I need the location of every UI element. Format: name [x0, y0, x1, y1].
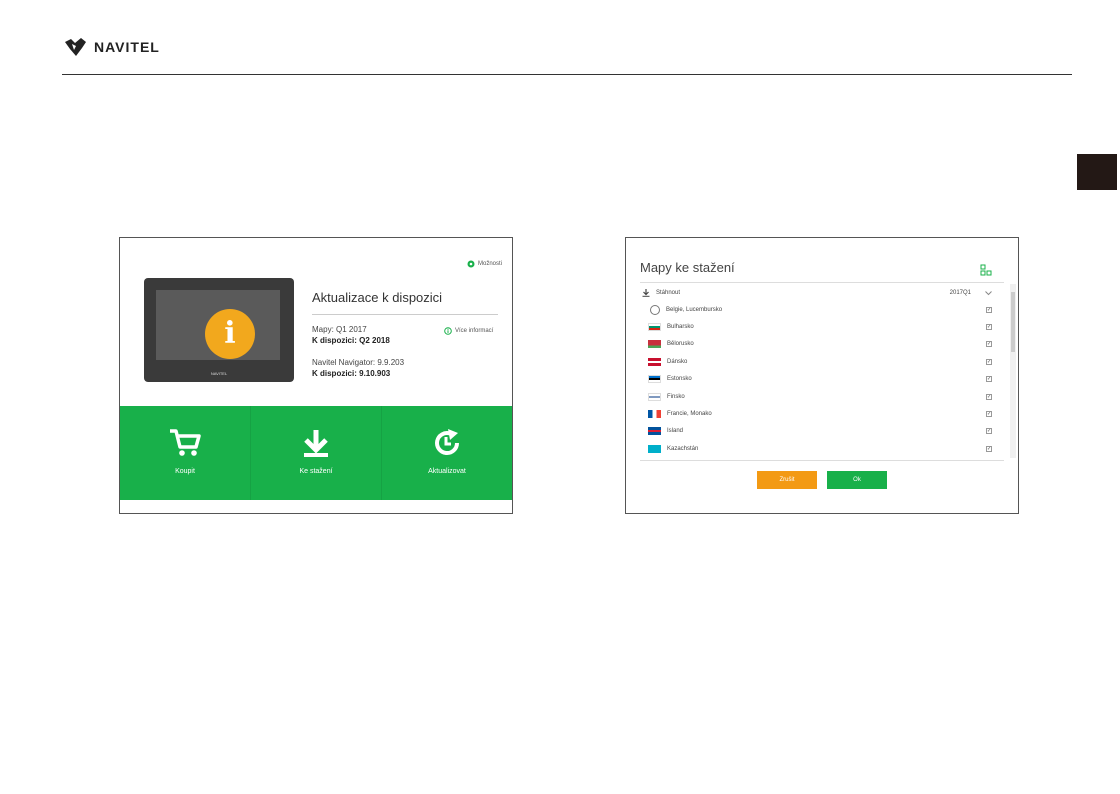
- info-circle-icon: [444, 327, 452, 335]
- chevron-down-icon: [985, 290, 992, 295]
- checkbox[interactable]: ✓: [986, 445, 992, 452]
- options-button[interactable]: Možnosti: [467, 260, 502, 268]
- item-label: Island: [667, 428, 684, 435]
- list-item[interactable]: Island ✓: [648, 423, 992, 440]
- checkbox[interactable]: ✓: [986, 428, 992, 435]
- header-divider: [62, 74, 1072, 75]
- list-item[interactable]: Estonsko ✓: [648, 371, 992, 388]
- checkbox[interactable]: ✓: [986, 358, 992, 365]
- download-icon: [304, 430, 328, 457]
- checkbox[interactable]: ✓: [986, 306, 992, 313]
- buy-button[interactable]: Koupit: [120, 406, 250, 500]
- item-label: Bělorusko: [667, 341, 694, 348]
- navigator-available: K dispozici: 9.10.903: [312, 369, 391, 378]
- maps-available: K dispozici: Q2 2018: [312, 336, 390, 345]
- flag-kz-icon: [648, 444, 661, 453]
- section-tab: [1077, 154, 1117, 190]
- device-image: i NAVITEL: [144, 278, 294, 382]
- navigator-version: Navitel Navigator: 9.9.203: [312, 358, 405, 367]
- checkbox[interactable]: ✓: [986, 411, 992, 418]
- select-all-icon[interactable]: [980, 264, 992, 276]
- flag-is-icon: [648, 427, 661, 436]
- update-title: Aktualizace k dispozici: [312, 290, 443, 305]
- maps-list: Belgie, Lucembursko ✓ Bulharsko ✓ Běloru…: [648, 301, 992, 458]
- device-screen: i: [156, 290, 280, 360]
- navitel-logo-icon: [65, 38, 86, 56]
- scrollbar-thumb[interactable]: [1011, 292, 1015, 352]
- update-label: Aktualizovat: [428, 468, 466, 475]
- list-item[interactable]: Bulharsko ✓: [648, 318, 992, 335]
- flag-fr-icon: [648, 410, 661, 419]
- refresh-icon: [435, 429, 460, 456]
- list-item[interactable]: Kazachstán ✓: [648, 440, 992, 457]
- device-brand: NAVITEL: [210, 371, 228, 376]
- info-icon: i: [205, 309, 255, 359]
- more-info-link[interactable]: Více informací: [444, 327, 493, 335]
- list-item[interactable]: Bělorusko ✓: [648, 336, 992, 353]
- ok-button[interactable]: Ok: [827, 471, 887, 489]
- item-label: Kazachstán: [667, 445, 699, 452]
- checkbox[interactable]: ✓: [986, 393, 992, 400]
- download-small-icon: [642, 289, 650, 297]
- item-label: Francie, Monako: [667, 411, 712, 418]
- item-label: Belgie, Lucembursko: [666, 306, 723, 313]
- globe-icon: [650, 304, 660, 315]
- download-group-label: Stáhnout: [656, 290, 681, 296]
- scrollbar[interactable]: [1010, 284, 1016, 458]
- flag-ee-icon: [648, 375, 661, 384]
- cancel-button[interactable]: Zrušit: [757, 471, 817, 489]
- flag-dk-icon: [648, 357, 661, 366]
- flag-by-icon: [648, 340, 661, 349]
- list-item[interactable]: Francie, Monako ✓: [648, 405, 992, 422]
- list-divider: [640, 460, 1004, 461]
- item-label: Finsko: [667, 393, 685, 400]
- maps-screenshot: Mapy ke stažení Stáhnout 2017Q1 Belgie, …: [625, 237, 1019, 514]
- maps-version: Mapy: Q1 2017: [312, 325, 367, 334]
- flag-bg-icon: [648, 323, 661, 332]
- update-button[interactable]: Aktualizovat: [381, 406, 512, 500]
- update-screenshot: Možnosti i NAVITEL Aktualizace k dispozi…: [119, 237, 513, 514]
- download-group-header[interactable]: Stáhnout 2017Q1: [642, 287, 992, 299]
- checkbox[interactable]: ✓: [986, 376, 992, 383]
- item-label: Dánsko: [667, 358, 688, 365]
- header: NAVITEL: [62, 32, 160, 62]
- action-bar: Koupit Ke stažení Aktualizovat: [120, 406, 512, 500]
- brand-name: NAVITEL: [94, 39, 160, 55]
- gear-icon: [467, 260, 475, 268]
- checkbox[interactable]: ✓: [986, 341, 992, 348]
- download-label: Ke stažení: [299, 468, 333, 475]
- list-item[interactable]: Dánsko ✓: [648, 353, 992, 370]
- item-label: Estonsko: [667, 376, 692, 383]
- item-label: Bulharsko: [667, 324, 694, 331]
- download-button[interactable]: Ke stažení: [250, 406, 381, 500]
- maps-title: Mapy ke stažení: [640, 260, 735, 275]
- cart-icon: [170, 429, 201, 456]
- version-label: 2017Q1: [949, 290, 971, 296]
- title-divider: [312, 314, 498, 315]
- list-item[interactable]: Finsko ✓: [648, 388, 992, 405]
- list-item[interactable]: Belgie, Lucembursko ✓: [648, 301, 992, 318]
- buy-label: Koupit: [175, 468, 195, 475]
- more-info-label: Více informací: [455, 328, 494, 334]
- options-label: Možnosti: [477, 261, 502, 267]
- flag-fi-icon: [648, 392, 661, 401]
- title-divider: [640, 282, 1004, 283]
- checkbox[interactable]: ✓: [986, 324, 992, 331]
